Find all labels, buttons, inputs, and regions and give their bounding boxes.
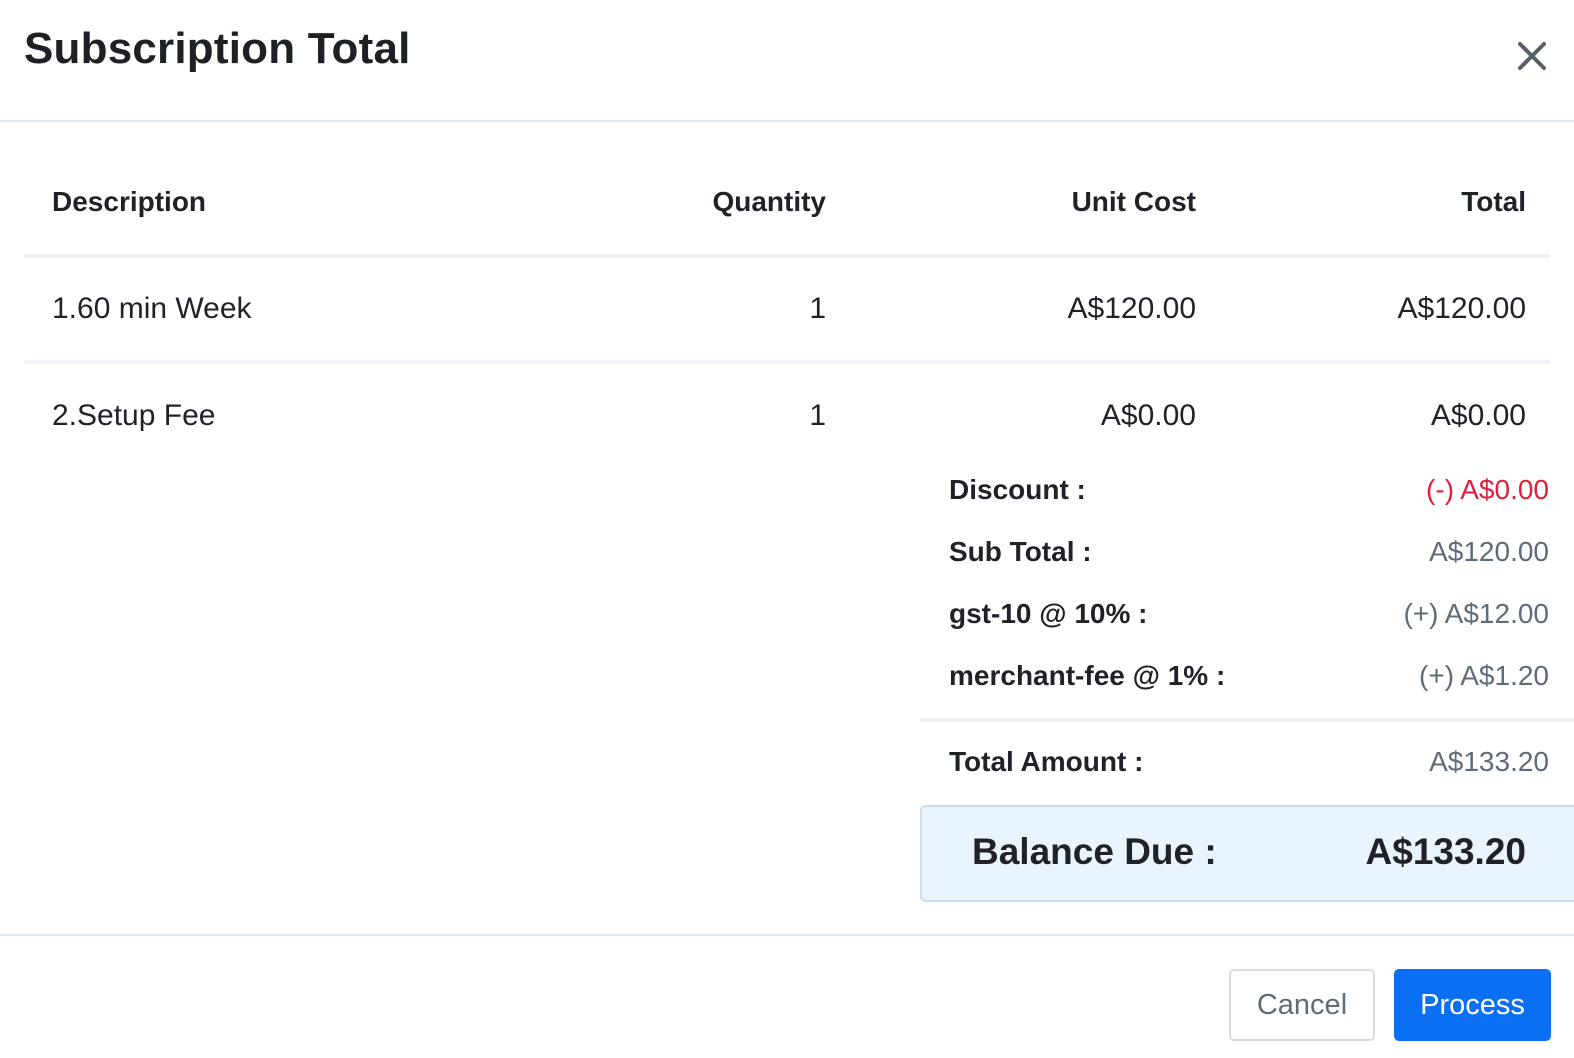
header-quantity: Quantity xyxy=(584,150,838,258)
cancel-button[interactable]: Cancel xyxy=(1229,969,1375,1041)
merchant-fee-value: (+) A$1.20 xyxy=(1419,660,1549,691)
gst-row: gst-10 @ 10% : (+) A$12.00 xyxy=(920,584,1574,646)
merchant-fee-label: merchant-fee @ 1% : xyxy=(949,660,1226,691)
line-items-table: Description Quantity Unit Cost Total 1.6… xyxy=(24,150,1550,468)
row-total: A$120.00 xyxy=(1196,256,1550,364)
discount-value: (-) A$0.00 xyxy=(1426,474,1549,505)
gst-label: gst-10 @ 10% : xyxy=(949,598,1148,629)
discount-row: Discount : (-) A$0.00 xyxy=(920,460,1574,522)
subscription-total-modal: Subscription Total Description Quantity … xyxy=(0,0,1574,1058)
row-unit-cost: A$120.00 xyxy=(838,256,1196,364)
row-total: A$0.00 xyxy=(1430,399,1526,432)
discount-label: Discount : xyxy=(949,474,1086,505)
table-row: 2.Setup Fee 1 A$0.00 A$0.00 xyxy=(24,362,1550,468)
subtotal-row: Sub Total : A$120.00 xyxy=(920,522,1574,584)
modal-footer: Cancel Process xyxy=(0,934,1574,1058)
row-unit-cost: A$0.00 xyxy=(1100,399,1196,432)
subtotal-value: A$120.00 xyxy=(1429,536,1549,567)
row-quantity: 1 xyxy=(809,399,826,432)
modal-title: Subscription Total xyxy=(24,24,411,73)
row-quantity: 1 xyxy=(584,256,838,364)
table-row: 1.60 min Week 1 A$120.00 A$120.00 xyxy=(24,256,1550,364)
table-header-row: Description Quantity Unit Cost Total xyxy=(24,150,1550,258)
merchant-fee-row: merchant-fee @ 1% : (+) A$1.20 xyxy=(920,646,1574,708)
subtotal-label: Sub Total : xyxy=(949,536,1092,567)
total-amount-row: Total Amount : A$133.20 xyxy=(920,722,1574,804)
summary-section: Discount : (-) A$0.00 Sub Total : A$120.… xyxy=(920,460,1574,804)
balance-due-box: Balance Due : A$133.20 xyxy=(920,805,1574,902)
header-unit-cost: Unit Cost xyxy=(838,150,1196,258)
row-description: 1.60 min Week xyxy=(24,256,584,364)
gst-value: (+) A$12.00 xyxy=(1403,598,1549,629)
total-amount-value: A$133.20 xyxy=(1429,746,1549,777)
header-total: Total xyxy=(1196,150,1550,258)
total-amount-label: Total Amount : xyxy=(949,746,1144,777)
balance-due-label: Balance Due : xyxy=(972,831,1217,872)
row-description: 2.Setup Fee xyxy=(52,399,216,432)
process-button[interactable]: Process xyxy=(1394,969,1551,1041)
modal-header: Subscription Total xyxy=(0,0,1574,122)
balance-due-value: A$133.20 xyxy=(1365,831,1526,872)
close-icon[interactable] xyxy=(1512,36,1552,76)
header-description: Description xyxy=(24,150,584,258)
